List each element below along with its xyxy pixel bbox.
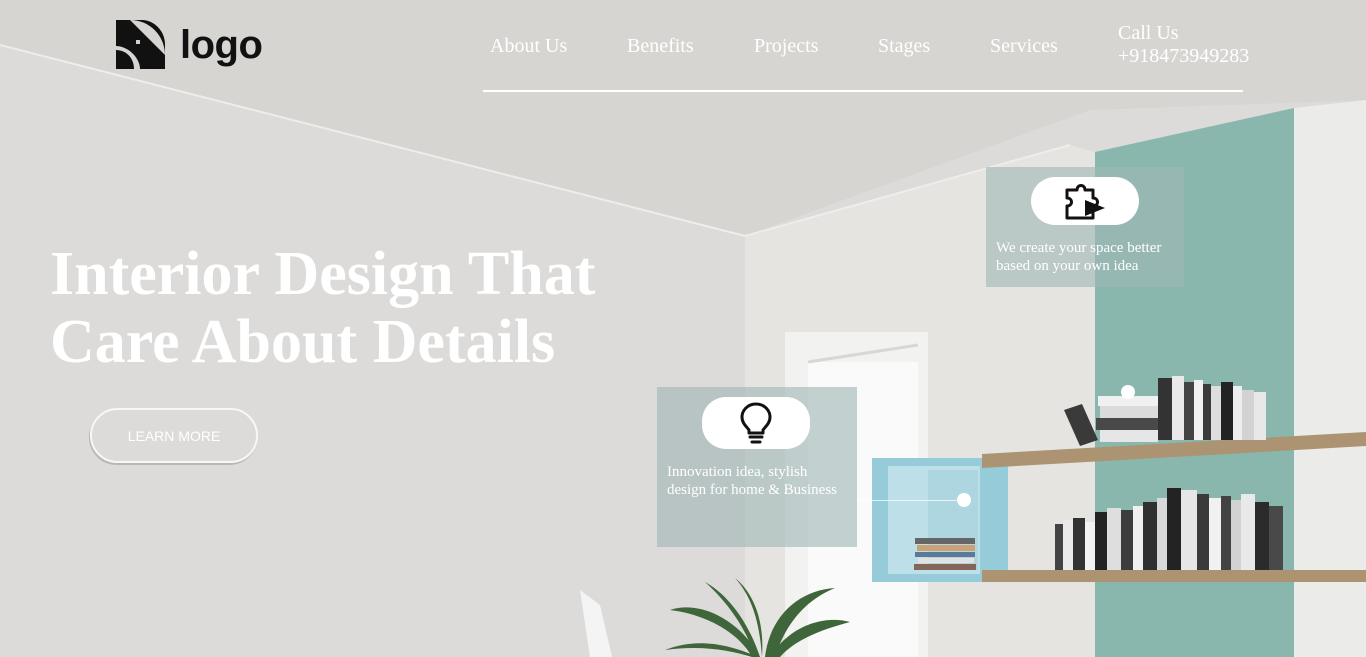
info-card-innovation: Innovation idea, stylish design for home…	[657, 387, 857, 547]
nav-item-projects[interactable]: Projects	[754, 36, 818, 56]
card-text-line-2: based on your own idea	[996, 258, 1139, 274]
call-us-block[interactable]: Call Us +918473949283	[1118, 22, 1249, 68]
learn-more-button[interactable]: LEARN MORE	[90, 408, 258, 463]
nav-item-stages[interactable]: Stages	[878, 36, 930, 56]
hero-title-line-2: Care About Details	[50, 308, 556, 376]
hotspot-connector	[857, 500, 957, 501]
puzzle-icon	[1065, 184, 1105, 220]
nav-divider	[483, 90, 1243, 92]
info-card-idea: We create your space better based on you…	[986, 167, 1184, 287]
call-us-label: Call Us	[1118, 22, 1179, 44]
hotspot-dot-cabinet[interactable]	[957, 493, 971, 507]
hotspot-dot-shelf[interactable]	[1121, 385, 1135, 399]
nav-item-about-us[interactable]: About Us	[490, 36, 567, 56]
phone-number[interactable]: +918473949283	[1118, 45, 1249, 68]
card-icon-pill	[702, 397, 810, 449]
card-text-line-1: We create your space better	[996, 240, 1162, 256]
card-text: We create your space better based on you…	[996, 239, 1161, 275]
lightbulb-icon	[740, 402, 772, 444]
card-text: Innovation idea, stylish design for home…	[667, 463, 837, 499]
nav-item-benefits[interactable]: Benefits	[627, 36, 694, 56]
card-text-line-2: design for home & Business	[667, 482, 837, 498]
logo-text: logo	[180, 23, 263, 67]
card-text-line-1: Innovation idea, stylish	[667, 464, 808, 480]
hero-title: Interior Design That Care About Details	[50, 240, 670, 376]
card-icon-pill	[1031, 177, 1139, 225]
logo-mark-icon	[116, 20, 165, 69]
hero-title-line-1: Interior Design That	[50, 240, 596, 308]
logo[interactable]: logo	[116, 20, 263, 70]
nav-item-services[interactable]: Services	[990, 36, 1058, 56]
